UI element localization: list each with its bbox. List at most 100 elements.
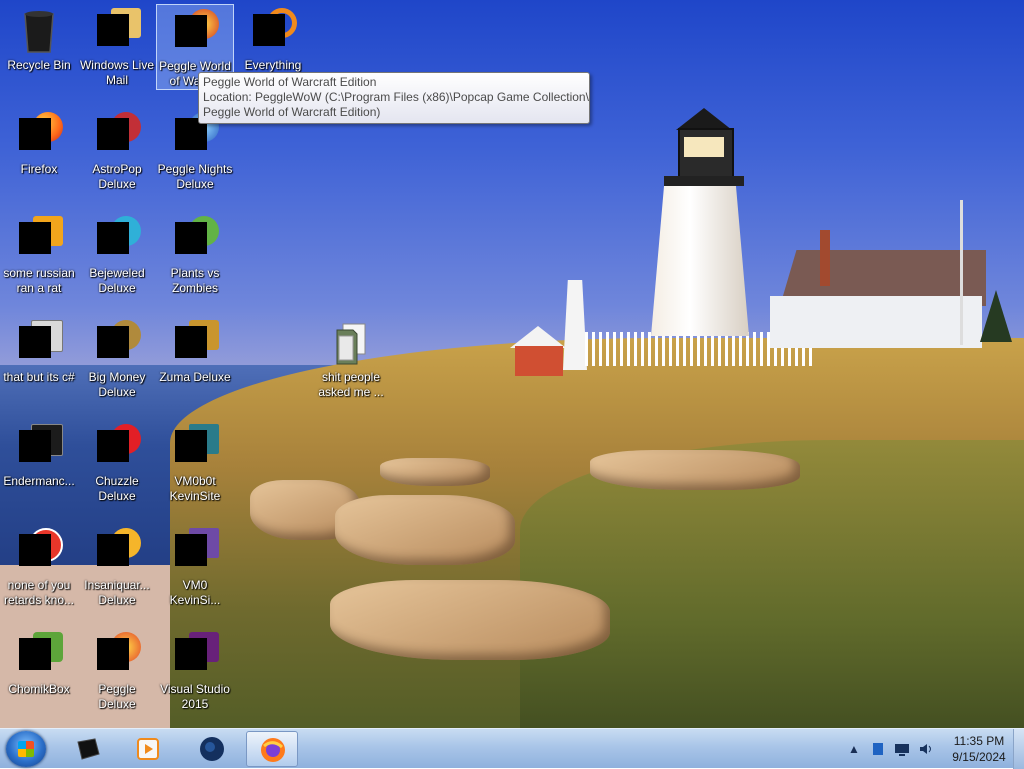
redacted-box <box>253 14 285 46</box>
desktop-icon-zuma-deluxe[interactable]: Zuma Deluxe <box>156 316 234 412</box>
chuzzle-icon <box>93 424 141 472</box>
desktop-icon-none-of-you[interactable]: none of you retards kno... <box>0 524 78 620</box>
redacted-box <box>175 534 207 566</box>
globe-app-icon <box>199 736 225 762</box>
icon-label: AstroPop Deluxe <box>92 162 142 191</box>
clock-date: 9/15/2024 <box>952 750 1006 764</box>
icon-label: Firefox <box>20 162 58 176</box>
bejeweled-icon <box>93 216 141 264</box>
document-icon <box>15 216 63 264</box>
redacted-box <box>19 326 51 358</box>
redacted-box <box>97 118 129 150</box>
wallpaper-lamp-glass <box>684 137 724 157</box>
redacted-box <box>19 430 51 462</box>
icon-label: Everything <box>244 58 302 72</box>
desktop-icon-windows-live-mail[interactable]: Windows Live Mail <box>78 4 156 100</box>
terminal-app-icon <box>75 736 101 762</box>
redacted-box <box>97 326 129 358</box>
desktop-icon-that-but-its-c[interactable]: that but its c# <box>0 316 78 412</box>
redacted-box <box>175 222 207 254</box>
desktop-icon-chomikbox[interactable]: ChomikBox <box>0 628 78 724</box>
desktop-icon-visual-studio-2015[interactable]: Visual Studio 2015 <box>156 628 234 724</box>
desktop-icon-shit-people-asked-me[interactable]: shit people asked me ... <box>312 316 390 412</box>
icon-label: Big Money Deluxe <box>88 370 146 399</box>
redacted-box <box>175 15 207 47</box>
redacted-box <box>97 222 129 254</box>
icon-label: Peggle Deluxe <box>98 682 136 711</box>
desktop-icon-vm0b0t-kevinsite[interactable]: VM0b0t KevinSite <box>156 420 234 516</box>
desktop-icon-recycle-bin[interactable]: Recycle Bin <box>0 4 78 100</box>
volume-icon[interactable] <box>918 741 934 757</box>
wallpaper-rock <box>380 458 490 486</box>
icon-label: Peggle Nights Deluxe <box>157 162 233 191</box>
show-desktop-button[interactable] <box>1013 729 1024 769</box>
show-hidden-icons-chevron-icon[interactable]: ▲ <box>846 741 862 757</box>
redacted-box <box>97 430 129 462</box>
taskbar: ▲ 11:35 PM 9/15/2024 <box>0 728 1024 769</box>
icon-label: shit people asked me ... <box>318 370 384 399</box>
icon-label: Zuma Deluxe <box>159 370 231 384</box>
wallpaper-rock <box>330 580 610 660</box>
start-button[interactable] <box>6 731 46 767</box>
desktop-icon-vm0-kevinsite[interactable]: VM0 KevinSi... <box>156 524 234 620</box>
recycle-bin-icon <box>15 8 63 56</box>
icon-label: Insaniquar... Deluxe <box>84 578 150 607</box>
icon-label: Visual Studio 2015 <box>160 682 230 711</box>
wallpaper-lighthouse <box>651 178 749 336</box>
system-clock[interactable]: 11:35 PM 9/15/2024 <box>947 733 1011 765</box>
firefox-icon <box>260 737 286 763</box>
desktop-icon-insaniquarium-deluxe[interactable]: Insaniquar... Deluxe <box>78 524 156 620</box>
monitor-icon[interactable] <box>894 741 910 757</box>
taskbar-app-terminal[interactable] <box>62 731 114 767</box>
wallpaper-gallery <box>664 176 744 186</box>
desktop-icon-firefox[interactable]: Firefox <box>0 108 78 204</box>
wallpaper-chimney <box>820 230 830 286</box>
big-money-icon <box>93 320 141 368</box>
desktop-icon-astropop-deluxe[interactable]: AstroPop Deluxe <box>78 108 156 204</box>
redacted-box <box>175 326 207 358</box>
tooltip-title: Peggle World of Warcraft Edition <box>203 75 377 89</box>
wallpaper-lamp-roof <box>676 108 732 130</box>
astropop-icon <box>93 112 141 160</box>
icon-label: Plants vs Zombies <box>170 266 220 295</box>
taskbar-app-media-player[interactable] <box>122 731 174 767</box>
wallpaper-house <box>770 296 982 348</box>
windows-logo-icon <box>18 741 34 757</box>
desktop-icon-chuzzle-deluxe[interactable]: Chuzzle Deluxe <box>78 420 156 516</box>
wallpaper-shed-roof <box>510 326 566 348</box>
wallpaper-rock <box>335 495 515 565</box>
icon-label: none of you retards kno... <box>3 578 75 607</box>
desktop-icon-endermanc[interactable]: Endermanc... <box>0 420 78 516</box>
redacted-box <box>97 534 129 566</box>
redacted-box <box>19 534 51 566</box>
desktop-icon-big-money-deluxe[interactable]: Big Money Deluxe <box>78 316 156 412</box>
mail-icon <box>93 8 141 56</box>
wallpaper-shed <box>515 346 563 376</box>
tray-app-icon[interactable] <box>870 741 886 757</box>
folder-icon <box>327 320 375 368</box>
desktop-icon-plants-vs-zombies[interactable]: Plants vs Zombies <box>156 212 234 308</box>
taskbar-app-globe[interactable] <box>186 731 238 767</box>
redacted-box <box>19 638 51 670</box>
icon-tooltip: Peggle World of Warcraft Edition Locatio… <box>198 72 590 124</box>
desktop-icon-bejeweled-deluxe[interactable]: Bejeweled Deluxe <box>78 212 156 308</box>
clock-time: 11:35 PM <box>953 734 1005 748</box>
icon-label: VM0 KevinSi... <box>169 578 221 607</box>
redacted-box <box>175 430 207 462</box>
redacted-box <box>19 118 51 150</box>
desktop-icon-some-russian-ran-a-rat[interactable]: some russian ran a rat <box>0 212 78 308</box>
tooltip-location-cont: Peggle World of Warcraft Edition) <box>203 105 381 119</box>
wallpaper-flagpole <box>960 200 963 345</box>
icon-label: Windows Live Mail <box>79 58 155 87</box>
media-player-icon <box>135 736 161 762</box>
redacted-box <box>175 638 207 670</box>
vm-icon <box>171 528 219 576</box>
chomikbox-icon <box>15 632 63 680</box>
icon-label: Endermanc... <box>3 474 75 488</box>
icon-label: some russian ran a rat <box>3 266 75 295</box>
redacted-box <box>19 222 51 254</box>
taskbar-app-firefox[interactable] <box>246 731 298 767</box>
desktop-icon-peggle-deluxe[interactable]: Peggle Deluxe <box>78 628 156 724</box>
peggle-icon <box>93 632 141 680</box>
wallpaper-rock <box>590 450 800 490</box>
